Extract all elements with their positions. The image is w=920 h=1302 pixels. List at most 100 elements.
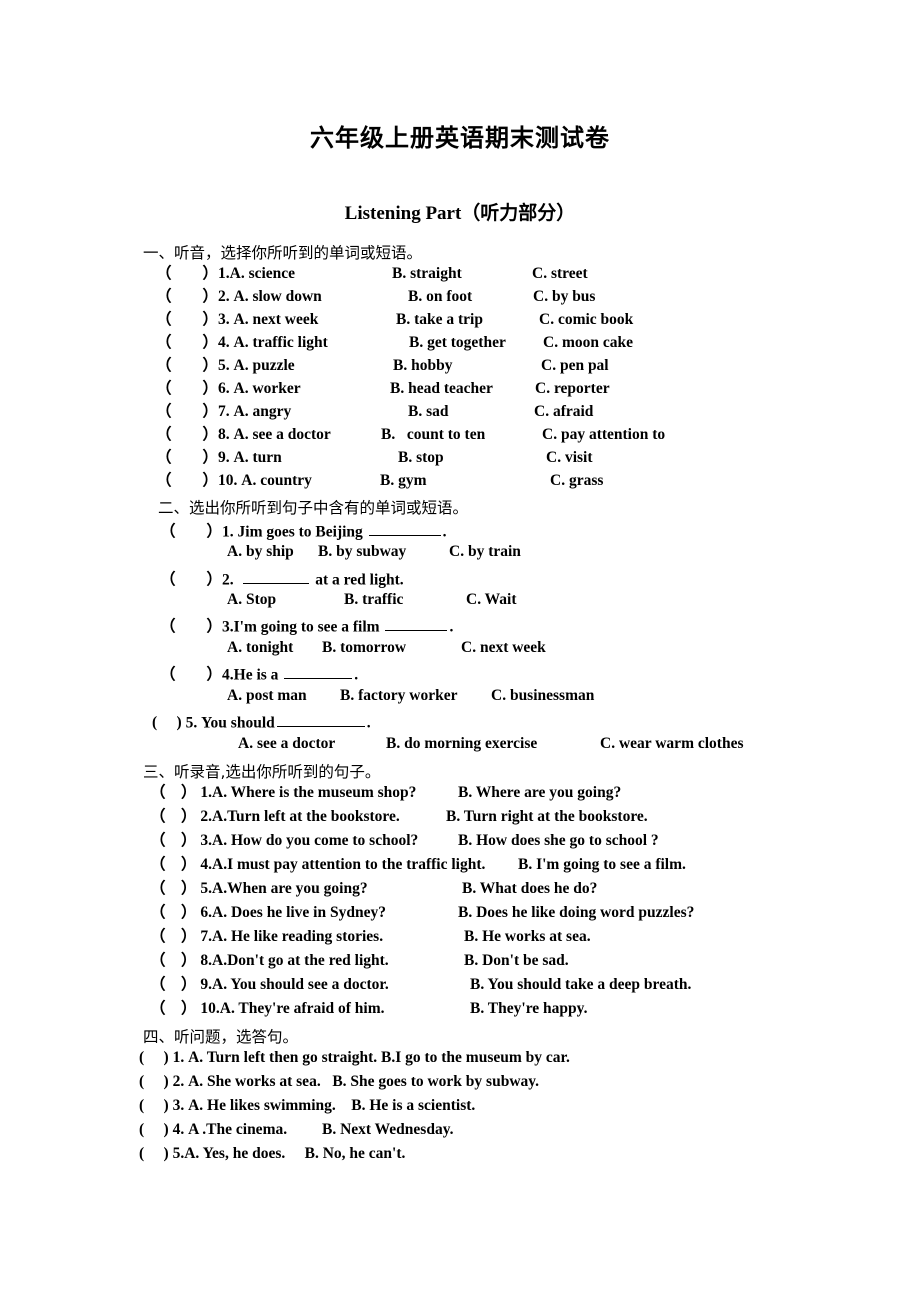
question-row[interactable]: （ ）8. A. see a doctor bbox=[156, 427, 331, 443]
question-row[interactable]: （ ） 10.A. They're afraid of him. bbox=[150, 1001, 385, 1017]
option-b[interactable]: B. Don't be sad. bbox=[464, 953, 569, 969]
answer-bracket[interactable]: ( ) bbox=[139, 1050, 169, 1066]
answer-bracket[interactable]: （ ） bbox=[156, 312, 218, 328]
option-b[interactable]: B. head teacher bbox=[390, 381, 493, 397]
question-row[interactable]: （ ）9. A. turn bbox=[156, 450, 282, 466]
answer-blank[interactable] bbox=[368, 521, 441, 537]
answer-blank[interactable] bbox=[385, 616, 448, 632]
question-row[interactable]: （ ）5. A. puzzle bbox=[156, 358, 295, 374]
option-b[interactable]: B. She goes to work by subway. bbox=[332, 1073, 539, 1090]
option-b[interactable]: B. Where are you going? bbox=[458, 785, 621, 801]
question-row[interactable]: ( ) 3. A. He likes swimming. B. He is a … bbox=[139, 1098, 475, 1114]
option-b[interactable]: B. count to ten bbox=[381, 427, 485, 443]
option-b[interactable]: B. straight bbox=[392, 266, 462, 282]
option-a[interactable]: A. worker bbox=[234, 381, 301, 397]
answer-bracket[interactable]: （ ） bbox=[150, 977, 197, 993]
option-a[interactable]: A. Does he live in Sydney? bbox=[212, 904, 386, 921]
option-a[interactable]: A. by ship bbox=[227, 544, 294, 560]
question-row[interactable]: ( ) 1. A. Turn left then go straight. B.… bbox=[139, 1050, 570, 1066]
option-a[interactable]: A .The cinema. bbox=[188, 1121, 287, 1138]
answer-bracket[interactable]: ( ) bbox=[139, 1074, 169, 1090]
question-row[interactable]: （ ） 3.A. How do you come to school? bbox=[150, 833, 418, 849]
question-row[interactable]: （ ）4.He is a . bbox=[160, 664, 358, 683]
option-a[interactable]: A. slow down bbox=[234, 289, 322, 305]
option-c[interactable]: C. moon cake bbox=[543, 335, 633, 351]
answer-bracket[interactable]: （ ） bbox=[160, 619, 222, 635]
answer-bracket[interactable]: （ ） bbox=[150, 857, 197, 873]
option-c[interactable]: C. pen pal bbox=[541, 358, 609, 374]
answer-bracket[interactable]: （ ） bbox=[150, 809, 197, 825]
option-c[interactable]: C. street bbox=[532, 266, 588, 282]
question-row[interactable]: （ ）10. A. country bbox=[156, 473, 312, 489]
option-a[interactable]: A.When are you going? bbox=[212, 880, 368, 897]
option-a[interactable]: A. tonight bbox=[227, 640, 293, 656]
question-row[interactable]: ( ) 5. You should. bbox=[152, 712, 371, 731]
question-row[interactable]: ( ) 4. A .The cinema. B. Next Wednesday. bbox=[139, 1122, 453, 1138]
answer-bracket[interactable]: ( ) bbox=[139, 1098, 169, 1114]
answer-bracket[interactable]: （ ） bbox=[156, 404, 218, 420]
answer-bracket[interactable]: （ ） bbox=[156, 381, 218, 397]
question-row[interactable]: （ ） 4.A.I must pay attention to the traf… bbox=[150, 857, 485, 873]
question-row[interactable]: （ ） 2.A.Turn left at the bookstore. bbox=[150, 809, 400, 825]
answer-bracket[interactable]: （ ） bbox=[156, 335, 218, 351]
question-row[interactable]: （ ） 9.A. You should see a doctor. bbox=[150, 977, 389, 993]
option-c[interactable]: C. wear warm clothes bbox=[600, 736, 743, 752]
answer-bracket[interactable]: （ ） bbox=[156, 289, 218, 305]
answer-bracket[interactable]: ( ) bbox=[139, 1146, 169, 1162]
option-c[interactable]: C. pay attention to bbox=[542, 427, 665, 443]
option-b[interactable]: B. How does she go to school ? bbox=[458, 833, 659, 849]
answer-bracket[interactable]: （ ） bbox=[150, 905, 197, 921]
question-row[interactable]: （ ）7. A. angry bbox=[156, 404, 291, 420]
option-b[interactable]: B. What does he do? bbox=[462, 881, 597, 897]
option-b[interactable]: B. tomorrow bbox=[322, 640, 406, 656]
option-c[interactable]: C. Wait bbox=[466, 592, 517, 608]
option-a[interactable]: A. You should see a doctor. bbox=[212, 976, 389, 993]
question-row[interactable]: （ ）3.I'm going to see a film . bbox=[160, 616, 453, 635]
option-a[interactable]: A. traffic light bbox=[234, 335, 328, 351]
question-row[interactable]: （ ） 1.A. Where is the museum shop? bbox=[150, 785, 416, 801]
question-row[interactable]: （ ）1. A. science bbox=[156, 266, 295, 282]
answer-bracket[interactable]: （ ） bbox=[156, 450, 218, 466]
answer-bracket[interactable]: （ ） bbox=[150, 785, 197, 801]
option-a[interactable]: A. next week bbox=[234, 312, 319, 328]
question-row[interactable]: （ ）2. A. slow down bbox=[156, 289, 322, 305]
answer-bracket[interactable]: （ ） bbox=[156, 358, 218, 374]
option-b[interactable]: B. hobby bbox=[393, 358, 452, 374]
question-row[interactable]: （ ）6. A. worker bbox=[156, 381, 301, 397]
answer-bracket[interactable]: ( ) bbox=[152, 715, 182, 731]
option-a[interactable]: A. She works at sea. bbox=[188, 1073, 321, 1090]
answer-blank[interactable] bbox=[243, 569, 310, 585]
option-a[interactable]: A. post man bbox=[227, 688, 307, 704]
option-c[interactable]: C. afraid bbox=[534, 404, 593, 420]
option-c[interactable]: C. visit bbox=[546, 450, 593, 466]
option-a[interactable]: A. They're afraid of him. bbox=[220, 1000, 385, 1017]
option-a[interactable]: A. see a doctor bbox=[234, 427, 331, 443]
option-a[interactable]: A.Turn left at the bookstore. bbox=[212, 808, 400, 825]
option-b[interactable]: B. He works at sea. bbox=[464, 929, 591, 945]
option-b[interactable]: B. gym bbox=[380, 473, 427, 489]
option-b[interactable]: B. by subway bbox=[318, 544, 406, 560]
answer-bracket[interactable]: （ ） bbox=[160, 572, 222, 588]
question-row[interactable]: （ ） 7.A. He like reading stories. bbox=[150, 929, 383, 945]
option-a[interactable]: A. science bbox=[230, 266, 295, 282]
question-row[interactable]: ( ) 5.A. Yes, he does. B. No, he can't. bbox=[139, 1146, 405, 1162]
option-b[interactable]: B. Turn right at the bookstore. bbox=[446, 809, 648, 825]
option-c[interactable]: C. businessman bbox=[491, 688, 594, 704]
option-a[interactable]: A. Turn left then go straight. bbox=[188, 1049, 377, 1066]
answer-bracket[interactable]: （ ） bbox=[160, 667, 222, 683]
option-b[interactable]: B. get together bbox=[409, 335, 506, 351]
option-a[interactable]: A. Yes, he does. bbox=[184, 1145, 285, 1162]
answer-bracket[interactable]: （ ） bbox=[150, 929, 197, 945]
option-a[interactable]: A. Stop bbox=[227, 592, 276, 608]
answer-bracket[interactable]: （ ） bbox=[156, 266, 218, 282]
option-a[interactable]: A. puzzle bbox=[234, 358, 295, 374]
question-row[interactable]: （ ）1. Jim goes to Beijing . bbox=[160, 521, 447, 540]
option-c[interactable]: C. next week bbox=[461, 640, 546, 656]
option-b[interactable]: B. do morning exercise bbox=[386, 736, 537, 752]
answer-bracket[interactable]: （ ） bbox=[150, 953, 197, 969]
question-row[interactable]: ( ) 2. A. She works at sea. B. She goes … bbox=[139, 1074, 539, 1090]
option-a[interactable]: A. angry bbox=[234, 404, 292, 420]
option-b[interactable]: B. He is a scientist. bbox=[351, 1097, 475, 1114]
question-row[interactable]: （ ） 5.A.When are you going? bbox=[150, 881, 368, 897]
answer-blank[interactable] bbox=[276, 712, 365, 728]
